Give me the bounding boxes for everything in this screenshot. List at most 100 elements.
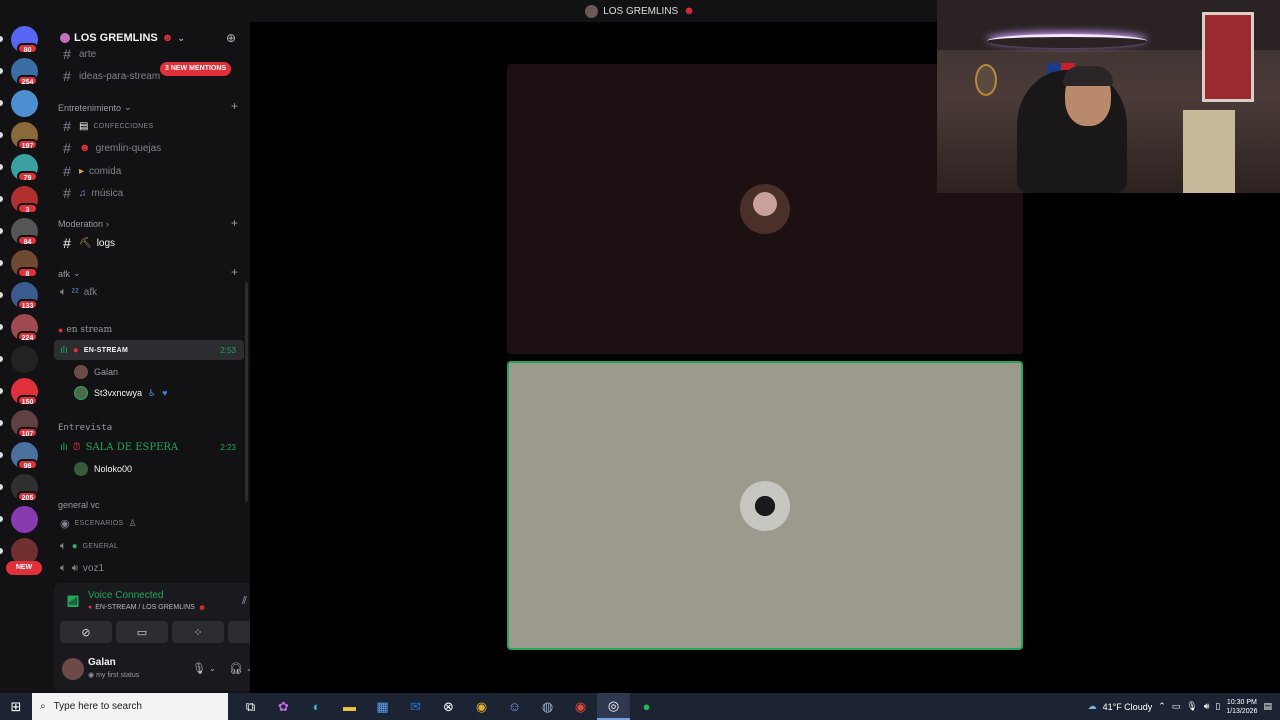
chevron-down-icon[interactable]: ⌄ bbox=[209, 664, 216, 673]
channel-musica[interactable]: # ♫ música bbox=[54, 183, 244, 203]
chrome-button[interactable]: ◉ bbox=[465, 693, 498, 720]
voice-channel-en-stream[interactable]: ılı ● EN-STREAM 2:53 bbox=[54, 340, 244, 360]
windows-start-button[interactable]: ⊞ bbox=[0, 693, 32, 720]
outlook-button[interactable]: ✉ bbox=[399, 693, 432, 720]
new-badge[interactable]: NEW bbox=[6, 561, 42, 575]
channel-gremlin-quejas[interactable]: # ☻ gremlin-quejas bbox=[54, 138, 244, 158]
hash-icon: # bbox=[63, 163, 71, 179]
xbox-button[interactable]: ⊗ bbox=[432, 693, 465, 720]
channel-comida[interactable]: # ▸ comida bbox=[54, 161, 244, 181]
channel-afk[interactable]: 🔈︎ ᶻᶻ afk bbox=[54, 282, 244, 302]
weather-icon[interactable]: ☁ bbox=[1088, 701, 1097, 712]
battery-icon[interactable]: ▯ bbox=[1215, 701, 1220, 712]
chevron-down-icon: ⌄ bbox=[124, 102, 132, 112]
add-member-icon[interactable]: ⊕ bbox=[226, 31, 236, 45]
chrome-profile-button[interactable]: ◉ bbox=[564, 693, 597, 720]
notification-icon[interactable]: ▤ bbox=[1263, 701, 1272, 712]
stage-channel-escenarios[interactable]: ◉ ESCENARIOS ♙ bbox=[54, 513, 244, 533]
person-icon: ♙ bbox=[128, 517, 137, 528]
network-icon[interactable]: ▭ bbox=[1172, 701, 1181, 712]
new-mentions-badge[interactable]: 3 NEW MENTIONS bbox=[160, 62, 232, 76]
voice-user-galan[interactable]: Galan bbox=[74, 362, 118, 382]
obs-button[interactable]: ◎ bbox=[597, 693, 630, 720]
red-circle-icon: ● bbox=[88, 604, 93, 611]
scrollbar[interactable] bbox=[245, 282, 248, 502]
category-moderation[interactable]: Moderation › bbox=[58, 219, 109, 229]
participant-tile-speaking[interactable] bbox=[507, 361, 1023, 650]
edge-button[interactable]: ◐ bbox=[300, 693, 333, 720]
server-icon[interactable] bbox=[11, 90, 38, 117]
category-label: afk bbox=[58, 268, 71, 279]
taskbar-search[interactable]: ⌕ Type here to search bbox=[32, 693, 228, 720]
voice-channel-general[interactable]: 🔈︎ ● GENERAL bbox=[54, 536, 244, 556]
add-channel-icon[interactable]: + bbox=[231, 216, 238, 230]
username: St3vxncwya bbox=[94, 388, 143, 398]
gremlin-emoji-icon: ☻ bbox=[161, 32, 174, 44]
category-general-vc[interactable]: general vc bbox=[58, 500, 100, 510]
user-name[interactable]: Galan bbox=[88, 657, 116, 668]
unread-indicator bbox=[0, 324, 3, 330]
category-entretenimiento[interactable]: Entretenimiento ⌄ bbox=[58, 102, 132, 113]
noise-suppression-icon[interactable]: ⫽ bbox=[242, 595, 247, 608]
voice-location[interactable]: ● EN-STREAM / LOS GREMLINS ☻ bbox=[88, 603, 206, 612]
task-view-icon: ⧉ bbox=[245, 698, 256, 714]
username: Galan bbox=[94, 367, 119, 377]
unread-indicator bbox=[0, 68, 3, 74]
music-note-icon: ♫ bbox=[79, 187, 87, 199]
camera-button[interactable]: ⊘ bbox=[60, 621, 112, 643]
activities-button[interactable]: ⁘ bbox=[172, 621, 224, 643]
avatar bbox=[74, 386, 88, 400]
user-status[interactable]: ◉ my first status bbox=[88, 671, 139, 679]
avatar[interactable] bbox=[62, 658, 84, 680]
volume-icon[interactable]: 🔊︎ bbox=[1204, 701, 1210, 712]
microphone-icon[interactable]: 🎙︎ bbox=[192, 662, 206, 675]
server-icon[interactable] bbox=[11, 506, 38, 533]
mention-count-badge: 107 bbox=[17, 427, 38, 438]
task-view-button[interactable]: ⧉ bbox=[234, 693, 267, 720]
headphones-icon[interactable]: 🎧︎ bbox=[229, 662, 243, 675]
channel-label: ESCENARIOS bbox=[74, 519, 124, 527]
category-en-stream[interactable]: ● en stream bbox=[58, 325, 112, 335]
signal-strength-icon[interactable]: 📶︎ bbox=[66, 595, 80, 608]
pickaxe-icon: ⛏ bbox=[79, 237, 92, 249]
server-avatar-icon bbox=[585, 4, 599, 18]
unread-indicator bbox=[0, 452, 3, 458]
file-explorer-button[interactable]: ▬ bbox=[333, 693, 366, 720]
category-label: Moderation bbox=[58, 219, 104, 229]
avatar bbox=[740, 480, 790, 531]
clock[interactable]: 10:30 PM 1/13/2026 bbox=[1226, 698, 1257, 716]
add-channel-icon[interactable]: + bbox=[231, 265, 238, 279]
chevron-up-icon[interactable]: ⌃ bbox=[1158, 701, 1166, 712]
unread-indicator bbox=[0, 292, 3, 298]
copilot-button[interactable]: ✿ bbox=[267, 693, 300, 720]
category-afk[interactable]: afk ⌄ bbox=[58, 268, 81, 279]
sleeping-icon: ᶻᶻ bbox=[71, 286, 79, 298]
screen-share-button[interactable]: ▭ bbox=[116, 621, 168, 643]
voice-channel-sala-de-espera[interactable]: ılı ⏰︎ SALA DE ESPERA 2:23 bbox=[54, 437, 244, 457]
voice-channel-voz1[interactable]: 🔈︎ 🔊︎ voz1 bbox=[54, 558, 244, 578]
search-placeholder: Type here to search bbox=[53, 701, 142, 712]
unread-indicator bbox=[0, 164, 3, 170]
stage-icon: ◉ bbox=[60, 517, 70, 530]
spotify-button[interactable]: ● bbox=[630, 693, 663, 720]
server-icon[interactable] bbox=[11, 346, 38, 373]
channel-arte[interactable]: # arte bbox=[54, 44, 244, 64]
category-entrevista[interactable]: Entrevista bbox=[58, 423, 112, 433]
voice-user-noloko00[interactable]: Noloko00 bbox=[74, 459, 132, 479]
weather-text[interactable]: 41°F Cloudy bbox=[1103, 702, 1153, 712]
hash-icon: # bbox=[63, 46, 71, 62]
store-button[interactable]: ▦ bbox=[366, 693, 399, 720]
hash-icon: # bbox=[63, 140, 71, 156]
discord-button[interactable]: ☺ bbox=[498, 693, 531, 720]
category-label: en stream bbox=[66, 325, 113, 335]
microphone-icon[interactable]: 🎙︎ bbox=[1186, 701, 1197, 712]
steam-button[interactable]: ◍ bbox=[531, 693, 564, 720]
store-icon: ▦ bbox=[376, 698, 389, 714]
windows-logo-icon: ⊞ bbox=[10, 698, 22, 714]
channel-logs[interactable]: # ⛏ logs bbox=[54, 233, 244, 253]
channel-label: música bbox=[91, 187, 124, 199]
channel-confecciones[interactable]: # ▤ CONFECCIONES bbox=[54, 116, 244, 136]
add-channel-icon[interactable]: + bbox=[231, 99, 238, 113]
voice-user-st3vxncwya[interactable]: St3vxncwya ♿︎ ♥ bbox=[74, 383, 167, 403]
clock-date: 1/13/2026 bbox=[1226, 707, 1258, 715]
